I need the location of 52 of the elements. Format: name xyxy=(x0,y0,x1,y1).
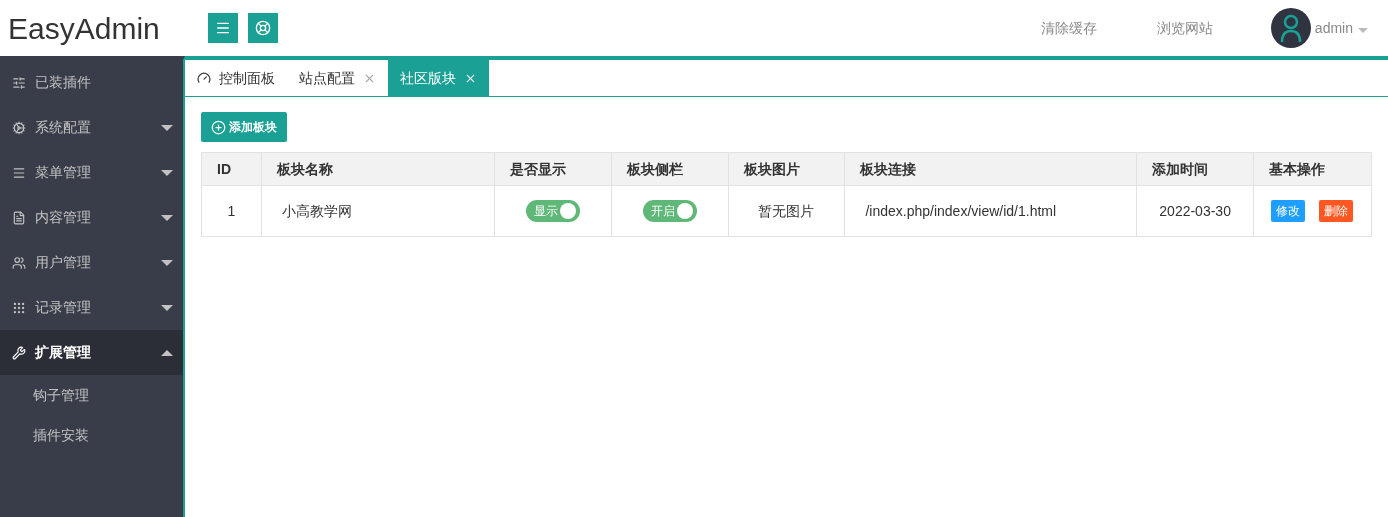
tab[interactable]: 社区版块 xyxy=(388,60,489,96)
column-header: 板块侧栏 xyxy=(626,159,683,179)
caret-icon xyxy=(161,169,173,176)
caret-icon xyxy=(161,214,173,221)
tab[interactable]: 站点配置 xyxy=(287,60,388,96)
wrench-icon xyxy=(12,345,26,360)
column-header: 添加时间 xyxy=(1152,159,1209,179)
sidebar-item[interactable]: 菜单管理 xyxy=(0,150,183,195)
column-header: 板块连接 xyxy=(860,159,917,179)
users-icon xyxy=(12,255,26,270)
table-cell-text: 暂无图片 xyxy=(758,201,815,221)
document-icon xyxy=(12,210,26,225)
caret-icon xyxy=(1358,27,1368,33)
person-icon xyxy=(1278,13,1303,43)
caret-icon xyxy=(161,304,173,311)
column-header: 板块名称 xyxy=(276,159,333,179)
submenu-item[interactable]: 钩子管理 xyxy=(0,375,183,415)
submenu-item[interactable]: 插件安装 xyxy=(0,415,183,455)
lifebuoy-button[interactable] xyxy=(248,13,278,43)
add-button[interactable]: 添加板块 xyxy=(201,112,287,142)
gear-icon xyxy=(12,120,26,135)
menu-icon xyxy=(12,165,26,180)
username[interactable]: admin xyxy=(1314,17,1353,39)
table-cell-text: 1 xyxy=(227,201,236,221)
caret-icon xyxy=(161,349,173,356)
column-header: 是否显示 xyxy=(509,159,566,179)
sidebar-item[interactable]: 记录管理 xyxy=(0,285,183,330)
menu-button[interactable] xyxy=(208,13,238,43)
grid-icon xyxy=(12,300,26,315)
sliders-icon xyxy=(12,75,26,90)
sidebar-item[interactable]: 扩展管理 xyxy=(0,330,183,375)
caret-icon xyxy=(161,124,173,131)
caret-icon xyxy=(161,259,173,266)
avatar[interactable] xyxy=(1270,8,1311,48)
header-link[interactable]: 清除缓存 xyxy=(1040,17,1097,39)
header-link[interactable]: 浏览网站 xyxy=(1156,17,1213,39)
sidebar-item[interactable]: 用户管理 xyxy=(0,240,183,285)
table-cell-text: 2022-03-30 xyxy=(1159,201,1231,221)
tab[interactable]: 控制面板 xyxy=(185,60,287,96)
table-cell-text: 小高教学网 xyxy=(281,201,352,221)
logo: EasyAdmin xyxy=(7,10,161,47)
sidebar-item[interactable]: 系统配置 xyxy=(0,105,183,150)
column-header: 板块图片 xyxy=(743,159,800,179)
menu-icon xyxy=(215,20,231,36)
plus-icon xyxy=(211,119,226,135)
column-header: ID xyxy=(217,159,231,179)
column-header: 基本操作 xyxy=(1269,159,1326,179)
sidebar-item[interactable]: 内容管理 xyxy=(0,195,183,240)
lifebuoy-icon xyxy=(255,20,271,36)
table-cell-text: /index.php/index/view/id/1.html xyxy=(865,201,1057,221)
gauge-icon xyxy=(197,71,211,85)
sidebar-item[interactable]: 已装插件 xyxy=(0,60,183,105)
